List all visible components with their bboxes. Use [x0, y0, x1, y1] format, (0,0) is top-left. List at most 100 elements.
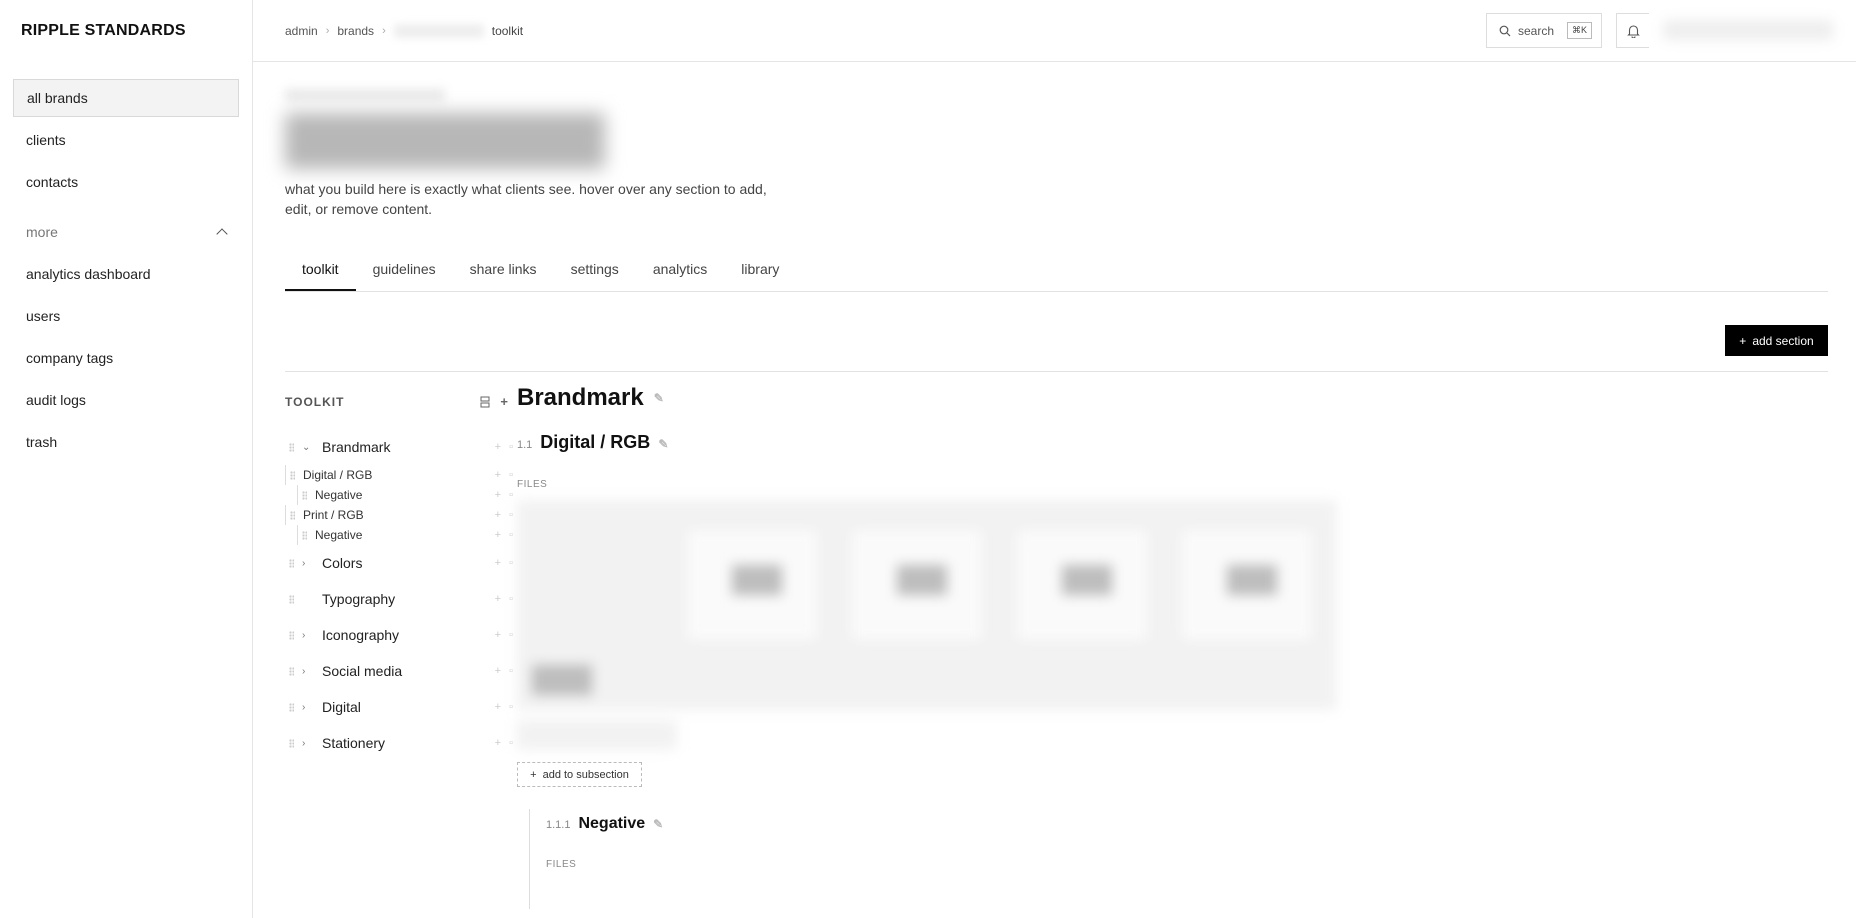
nested-subsection-title[interactable]: Negative	[578, 815, 645, 833]
drag-handle-icon[interactable]	[289, 666, 294, 676]
files-label: FILES	[517, 479, 548, 490]
trash-icon[interactable]: ▫	[509, 509, 513, 521]
tab-settings[interactable]: settings	[554, 261, 636, 291]
chevron-right-icon[interactable]: ›	[302, 558, 312, 569]
chevron-down-icon[interactable]: ⌄	[302, 442, 312, 453]
tab-library[interactable]: library	[724, 261, 796, 291]
tree-item-print-rgb[interactable]: Print / RGB + ▫	[285, 505, 517, 525]
topbar: admin › brands › toolkit search ⌘K	[253, 0, 1856, 62]
drag-handle-icon[interactable]	[302, 530, 307, 540]
sidebar-item-trash[interactable]: trash	[13, 423, 239, 461]
toolkit-tree-panel: TOOLKIT + ⌄ Brandmark + ▫ Digital / RGB …	[285, 372, 517, 909]
trash-icon[interactable]: ▫	[509, 469, 513, 481]
add-icon[interactable]: +	[495, 509, 501, 521]
sidebar-nav: all brands clients contacts more analyti…	[0, 61, 252, 461]
add-icon[interactable]: +	[495, 557, 501, 569]
page-description: what you build here is exactly what clie…	[285, 181, 767, 217]
sidebar-item-contacts[interactable]: contacts	[13, 163, 239, 201]
breadcrumb-brands[interactable]: brands	[337, 24, 374, 38]
sidebar-more-toggle[interactable]: more	[13, 213, 239, 251]
trash-icon[interactable]: ▫	[509, 529, 513, 541]
trash-icon[interactable]: ▫	[509, 701, 513, 713]
add-icon[interactable]: +	[495, 529, 501, 541]
chevron-right-icon[interactable]: ›	[302, 666, 312, 677]
trash-icon[interactable]: ▫	[509, 593, 513, 605]
tree-item-social-media[interactable]: › Social media + ▫	[285, 653, 517, 689]
tab-analytics[interactable]: analytics	[636, 261, 724, 291]
user-menu-redacted[interactable]	[1663, 20, 1833, 40]
section-detail: Brandmark ✎ 1.1 Digital / RGB ✎ FILES + …	[517, 372, 1856, 909]
drag-handle-icon[interactable]	[289, 702, 294, 712]
chevron-right-icon[interactable]: ›	[302, 738, 312, 749]
add-icon[interactable]: +	[495, 489, 501, 501]
pencil-icon[interactable]: ✎	[653, 817, 663, 831]
drag-handle-icon[interactable]	[302, 490, 307, 500]
file-thumbnail	[732, 565, 782, 595]
sidebar-item-all-brands[interactable]: all brands	[13, 79, 239, 117]
breadcrumb-admin[interactable]: admin	[285, 24, 318, 38]
tree-item-label: Negative	[315, 488, 363, 502]
tree-item-negative[interactable]: Negative + ▫	[297, 485, 517, 505]
pencil-icon[interactable]: ✎	[654, 391, 664, 405]
add-icon[interactable]: +	[495, 593, 501, 605]
trash-icon[interactable]: ▫	[509, 441, 513, 453]
sidebar-item-company-tags[interactable]: company tags	[13, 339, 239, 377]
drag-handle-icon[interactable]	[290, 510, 295, 520]
chevron-up-icon	[216, 228, 228, 240]
section-title[interactable]: Brandmark	[517, 384, 644, 412]
trash-icon[interactable]: ▫	[509, 557, 513, 569]
chevron-right-icon[interactable]: ›	[302, 702, 312, 713]
tab-toolkit[interactable]: toolkit	[285, 261, 356, 291]
nested-subsection: 1.1.1 Negative ✎ FILES	[529, 809, 1856, 909]
add-section-button[interactable]: + add section	[1725, 325, 1828, 356]
drag-handle-icon[interactable]	[289, 442, 294, 452]
drag-handle-icon[interactable]	[289, 558, 294, 568]
toolkit-tree: ⌄ Brandmark + ▫ Digital / RGB + ▫ Negative…	[285, 429, 517, 761]
action-row: + add section	[285, 292, 1828, 372]
tree-item-typography[interactable]: Typography + ▫	[285, 581, 517, 617]
add-icon[interactable]: +	[495, 441, 501, 453]
notifications-button[interactable]	[1616, 13, 1649, 48]
drag-handle-icon[interactable]	[289, 738, 294, 748]
subsection-number: 1.1	[517, 439, 533, 451]
add-to-subsection-label: add to subsection	[542, 768, 629, 781]
add-icon[interactable]: +	[495, 629, 501, 641]
tree-item-brandmark[interactable]: ⌄ Brandmark + ▫	[285, 429, 517, 465]
trash-icon[interactable]: ▫	[509, 665, 513, 677]
sidebar-item-analytics-dashboard[interactable]: analytics dashboard	[13, 255, 239, 293]
tree-item-digital-rgb[interactable]: Digital / RGB + ▫	[285, 465, 517, 485]
add-tree-item-icon[interactable]: +	[500, 394, 509, 409]
trash-icon[interactable]: ▫	[509, 737, 513, 749]
drag-handle-icon[interactable]	[289, 594, 294, 604]
add-icon[interactable]: +	[495, 665, 501, 677]
drag-handle-icon[interactable]	[290, 470, 295, 480]
subsection-title[interactable]: Digital / RGB	[540, 432, 650, 453]
tab-share-links[interactable]: share links	[453, 261, 554, 291]
sidebar-item-users[interactable]: users	[13, 297, 239, 335]
trash-icon[interactable]: ▫	[509, 489, 513, 501]
sidebar-item-clients[interactable]: clients	[13, 121, 239, 159]
add-to-subsection-button[interactable]: + add to subsection	[517, 762, 642, 787]
search-button[interactable]: search ⌘K	[1486, 13, 1602, 48]
tree-item-label: Colors	[322, 555, 363, 571]
sidebar-item-audit-logs[interactable]: audit logs	[13, 381, 239, 419]
add-icon[interactable]: +	[495, 737, 501, 749]
add-icon[interactable]: +	[495, 469, 501, 481]
nested-files-label: FILES	[546, 859, 577, 870]
drag-handle-icon[interactable]	[289, 630, 294, 640]
add-icon[interactable]: +	[495, 701, 501, 713]
tree-item-colors[interactable]: › Colors + ▫	[285, 545, 517, 581]
collapse-all-icon[interactable]	[480, 396, 490, 408]
trash-icon[interactable]: ▫	[509, 629, 513, 641]
tree-item-stationery[interactable]: › Stationery + ▫	[285, 725, 517, 761]
tab-guidelines[interactable]: guidelines	[356, 261, 453, 291]
file-thumbnail	[897, 565, 947, 595]
tree-item-iconography[interactable]: › Iconography + ▫	[285, 617, 517, 653]
tree-item-digital[interactable]: › Digital + ▫	[285, 689, 517, 725]
pencil-icon[interactable]: ✎	[658, 437, 668, 451]
file-thumbnail	[1062, 565, 1112, 595]
search-label: search	[1518, 23, 1555, 38]
breadcrumb-brand-redacted[interactable]	[393, 23, 484, 38]
chevron-right-icon[interactable]: ›	[302, 630, 312, 641]
tree-item-negative[interactable]: Negative + ▫	[297, 525, 517, 545]
